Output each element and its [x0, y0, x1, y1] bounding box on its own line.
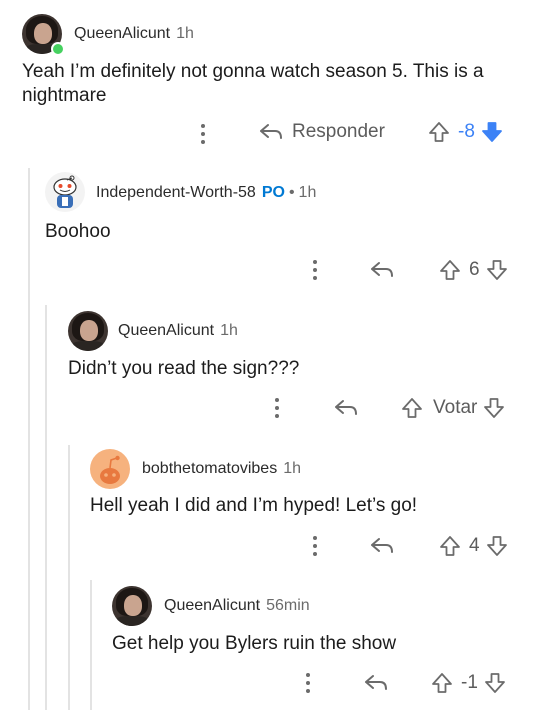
downvote-icon[interactable]: [481, 121, 503, 143]
reply-button[interactable]: [333, 397, 359, 419]
username[interactable]: bobthetomatovibes: [142, 460, 277, 477]
more-options-button[interactable]: [312, 536, 318, 556]
online-indicator: [51, 42, 65, 56]
more-options-button[interactable]: [200, 124, 206, 144]
username[interactable]: QueenAlicunt: [164, 597, 260, 614]
reply-icon: [260, 124, 282, 139]
vote-controls: Votar: [401, 397, 505, 419]
comment-header: QueenAlicunt 1h: [74, 25, 194, 43]
timestamp: 1h: [176, 25, 194, 42]
more-options-button[interactable]: [305, 673, 311, 693]
comment-text: Yeah I’m definitely not gonna watch seas…: [22, 61, 484, 106]
timestamp: 1h: [220, 322, 238, 339]
vote-label: Votar: [433, 397, 478, 418]
upvote-icon[interactable]: [428, 121, 450, 143]
reply-icon: [335, 400, 357, 415]
timestamp: 1h: [283, 460, 301, 477]
vote-score: -8: [458, 121, 475, 142]
avatar[interactable]: [68, 311, 108, 351]
downvote-icon[interactable]: [486, 259, 508, 281]
comment-header: bobthetomatovibes 1h: [142, 460, 301, 478]
reply-label: Responder: [292, 121, 385, 142]
comment-text: Get help you Bylers ruin the show: [112, 633, 397, 654]
vote-score: 6: [469, 259, 480, 280]
comment-header: QueenAlicunt 1h: [118, 322, 238, 340]
vote-controls: 4: [439, 535, 508, 557]
snoo-avatar-icon: [53, 175, 77, 208]
vote-controls: -1: [431, 672, 506, 694]
reply-button[interactable]: [369, 259, 395, 281]
downvote-icon[interactable]: [483, 397, 505, 419]
username[interactable]: QueenAlicunt: [74, 25, 170, 42]
avatar[interactable]: [45, 172, 85, 212]
thread-line: [45, 305, 47, 710]
thread-line: [28, 168, 30, 710]
upvote-icon[interactable]: [431, 672, 453, 694]
comment-header: QueenAlicunt 56min: [164, 597, 310, 615]
kebab-icon: [305, 673, 311, 693]
reply-button[interactable]: Responder: [258, 121, 385, 143]
vote-score: -1: [461, 672, 478, 693]
vote-controls: 6: [439, 259, 508, 281]
avatar[interactable]: [90, 449, 130, 489]
reply-icon: [371, 538, 393, 553]
downvote-icon[interactable]: [486, 535, 508, 557]
timestamp: 1h: [298, 184, 317, 201]
kebab-icon: [274, 398, 280, 418]
vote-score: 4: [469, 535, 480, 556]
timestamp: 56min: [266, 597, 310, 614]
upvote-icon[interactable]: [439, 535, 461, 557]
upvote-icon[interactable]: [439, 259, 461, 281]
comment-header: Independent-Worth-58 PO • 1h: [96, 184, 316, 202]
reply-button[interactable]: [363, 672, 389, 694]
snoo-avatar-icon: [100, 455, 120, 484]
comment-text: Hell yeah I did and I’m hyped! Let’s go!: [90, 495, 418, 516]
username[interactable]: QueenAlicunt: [118, 322, 214, 339]
kebab-icon: [312, 536, 318, 556]
reply-icon: [371, 262, 393, 277]
vote-controls: -8: [428, 121, 503, 143]
comment-text: Didn’t you read the sign???: [68, 358, 300, 379]
thread-line: [90, 580, 92, 710]
thread-line: [68, 445, 70, 710]
username[interactable]: Independent-Worth-58: [96, 184, 256, 201]
more-options-button[interactable]: [312, 260, 318, 280]
reply-icon: [365, 675, 387, 690]
downvote-icon[interactable]: [484, 672, 506, 694]
op-badge: PO: [261, 184, 285, 201]
separator: •: [288, 184, 295, 201]
reply-button[interactable]: [369, 535, 395, 557]
avatar[interactable]: [112, 586, 152, 626]
comment-text: Boohoo: [45, 221, 111, 242]
kebab-icon: [200, 124, 206, 144]
upvote-icon[interactable]: [401, 397, 423, 419]
kebab-icon: [312, 260, 318, 280]
more-options-button[interactable]: [274, 398, 280, 418]
